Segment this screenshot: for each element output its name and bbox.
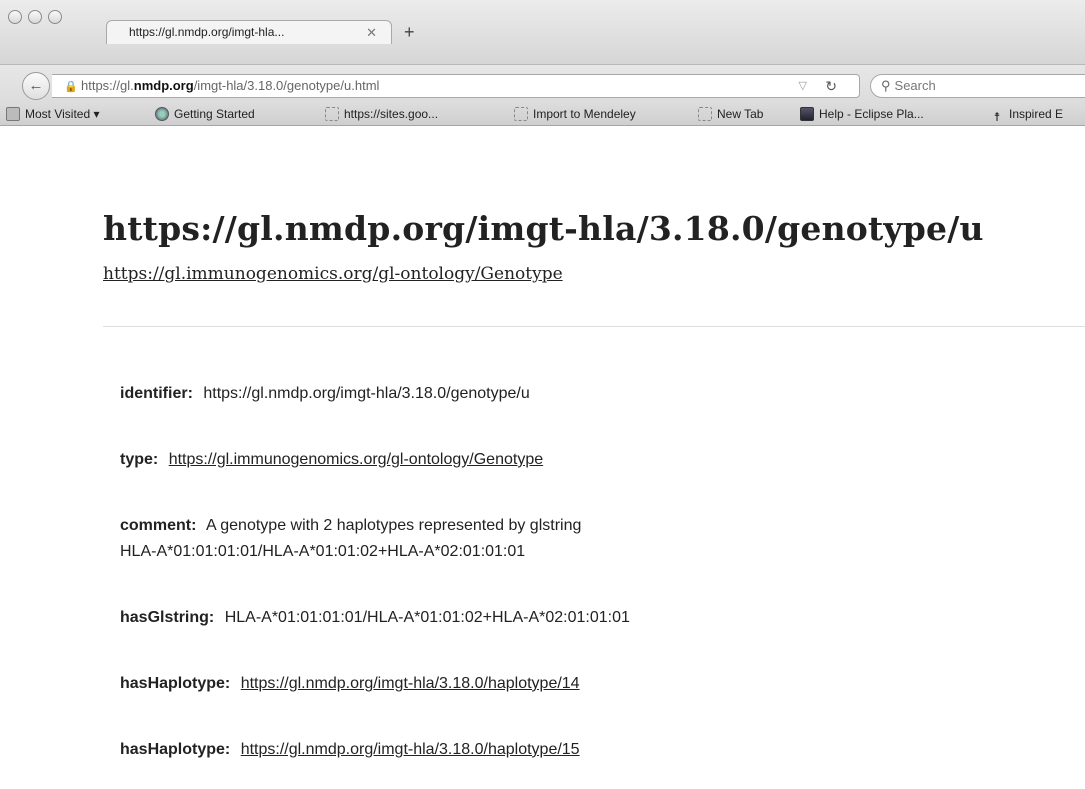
type-link[interactable]: https://gl.immunogenomics.org/gl-ontolog… xyxy=(169,451,543,468)
bookmark-getting-started[interactable]: Getting Started xyxy=(155,104,255,125)
bookmark-new-tab[interactable]: New Tab xyxy=(698,104,763,125)
property-key: type: xyxy=(120,451,159,468)
page-title: https://gl.nmdp.org/imgt-hla/3.18.0/geno… xyxy=(103,209,984,248)
page-icon xyxy=(325,107,339,121)
globe-icon xyxy=(155,107,169,121)
haplotype-link[interactable]: https://gl.nmdp.org/imgt-hla/3.18.0/hapl… xyxy=(241,741,580,758)
property-key: hasHaplotype: xyxy=(120,675,231,692)
search-placeholder: Search xyxy=(894,78,936,93)
page-type-link[interactable]: https://gl.immunogenomics.org/gl-ontolog… xyxy=(103,264,563,284)
bookmark-label: Help - Eclipse Pla... xyxy=(819,107,924,121)
folder-icon xyxy=(6,107,20,121)
eclipse-icon xyxy=(800,107,814,121)
property-value: HLA-A*01:01:01:01/HLA-A*01:01:02+HLA-A*0… xyxy=(224,609,630,626)
address-bar[interactable]: 🔒 https://gl.nmdp.org/imgt-hla/3.18.0/gen… xyxy=(52,74,860,98)
browser-tab[interactable]: https://gl.nmdp.org/imgt-hla... ✕ xyxy=(106,20,392,44)
search-icon: ⚲ xyxy=(881,78,891,93)
bookmark-most-visited[interactable]: Most Visited ▾ xyxy=(6,104,100,125)
property-key: comment: xyxy=(120,517,197,534)
property-key: hasGlstring: xyxy=(120,609,215,626)
divider xyxy=(103,326,1085,327)
bookmark-label: Import to Mendeley xyxy=(533,107,636,121)
property-comment: comment: A genotype with 2 haplotypes re… xyxy=(120,513,1020,565)
bookmark-label: https://sites.goo... xyxy=(344,107,439,121)
property-value: A genotype with 2 haplotypes represented… xyxy=(206,517,582,534)
window-controls xyxy=(8,10,62,24)
property-hashaplotype: hasHaplotype: https://gl.nmdp.org/imgt-h… xyxy=(120,671,1020,697)
url-scheme: https://gl. xyxy=(81,78,134,93)
reload-icon[interactable]: ↻ xyxy=(825,75,837,97)
url-host: nmdp.org xyxy=(133,78,194,93)
property-hasglstring: hasGlstring: HLA-A*01:01:01:01/HLA-A*01:… xyxy=(120,605,1020,631)
bookmark-sites-google[interactable]: https://sites.goo... xyxy=(325,104,438,125)
property-key: hasHaplotype: xyxy=(120,741,231,758)
property-key: identifier: xyxy=(120,385,193,402)
bookmark-inspired[interactable]: ☨ Inspired E xyxy=(990,104,1063,125)
navigation-bar: 🔒 https://gl.nmdp.org/imgt-hla/3.18.0/gen… xyxy=(0,64,1085,104)
bookmark-label: New Tab xyxy=(717,107,764,121)
close-tab-icon[interactable]: ✕ xyxy=(366,21,377,44)
history-dropdown-icon[interactable]: ▽ xyxy=(799,75,807,97)
close-window-button[interactable] xyxy=(8,10,22,24)
property-type: type: https://gl.immunogenomics.org/gl-o… xyxy=(120,447,1020,473)
page-icon xyxy=(698,107,712,121)
browser-titlebar: https://gl.nmdp.org/imgt-hla... ✕ + xyxy=(0,0,1085,64)
url-path: /imgt-hla/3.18.0/genotype/u.html xyxy=(193,78,380,93)
property-identifier: identifier: https://gl.nmdp.org/imgt-hla… xyxy=(120,381,1020,407)
zoom-window-button[interactable] xyxy=(48,10,62,24)
bookmarks-toolbar: Most Visited ▾ Getting Started https://s… xyxy=(0,104,1085,126)
property-hashaplotype: hasHaplotype: https://gl.nmdp.org/imgt-h… xyxy=(120,737,1020,763)
haplotype-link[interactable]: https://gl.nmdp.org/imgt-hla/3.18.0/hapl… xyxy=(241,675,580,692)
back-button[interactable]: ← xyxy=(22,72,50,100)
inspired-icon: ☨ xyxy=(993,110,1001,124)
page-icon xyxy=(514,107,528,121)
tab-title: https://gl.nmdp.org/imgt-hla... xyxy=(129,25,285,39)
minimize-window-button[interactable] xyxy=(28,10,42,24)
property-list: identifier: https://gl.nmdp.org/imgt-hla… xyxy=(120,381,1020,789)
back-arrow-icon: ← xyxy=(28,77,44,94)
search-input[interactable]: ⚲ Search xyxy=(870,74,1085,98)
page-content: https://gl.nmdp.org/imgt-hla/3.18.0/geno… xyxy=(0,127,1085,789)
lock-icon: 🔒 xyxy=(64,81,78,93)
property-value-continued: HLA-A*01:01:01:01/HLA-A*01:01:02+HLA-A*0… xyxy=(120,543,526,560)
bookmark-import-mendeley[interactable]: Import to Mendeley xyxy=(514,104,636,125)
new-tab-button[interactable]: + xyxy=(404,23,415,41)
property-value: https://gl.nmdp.org/imgt-hla/3.18.0/geno… xyxy=(203,385,530,402)
bookmark-help-eclipse[interactable]: Help - Eclipse Pla... xyxy=(800,104,924,125)
bookmark-label: Most Visited ▾ xyxy=(25,107,100,121)
bookmark-label: Inspired E xyxy=(1009,107,1064,121)
bookmark-label: Getting Started xyxy=(174,107,255,121)
